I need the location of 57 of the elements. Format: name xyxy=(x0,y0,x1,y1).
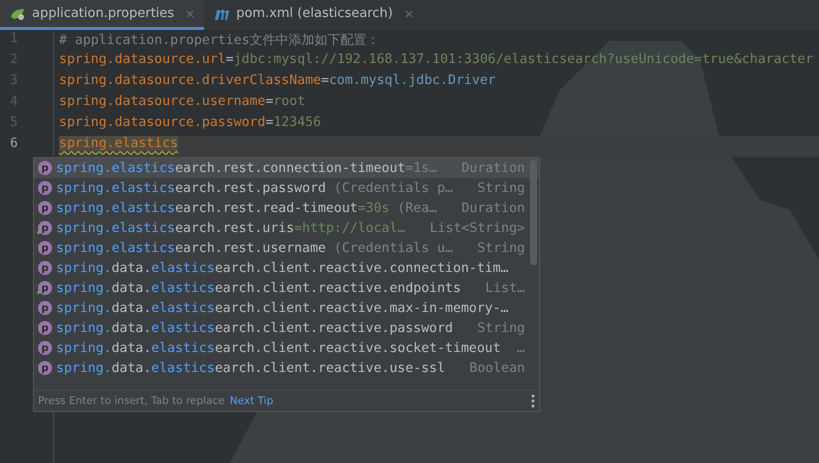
property-type: List… xyxy=(485,280,525,296)
completion-item[interactable]: p spring.elasticsearch.rest.uris=http://local… List<String> xyxy=(34,218,539,238)
property-icon: p xyxy=(38,321,52,335)
hint-text: Press Enter to insert, Tab to replace xyxy=(38,395,225,407)
completion-item[interactable]: p spring.data.elasticsearch.client.reactive.connection-tim… xyxy=(34,258,539,278)
property-icon: p xyxy=(38,221,52,235)
tab-label: application.properties xyxy=(32,6,174,21)
completion-item[interactable]: p spring.data.elasticsearch.client.reactive.endpoints List… xyxy=(34,278,539,298)
property-name: spring.data.elasticsearch.client.reactive.use-ssl xyxy=(56,360,446,376)
code-line: spring.datasource.driverClassName=com.mysql.jdbc.Driver xyxy=(59,73,496,88)
property-name: spring.elasticsearch.rest.read-timeout=30s (Rea… xyxy=(56,200,438,216)
completion-item[interactable]: p spring.data.elasticsearch.client.reactive.use-ssl Boolean xyxy=(34,358,539,378)
property-icon: p xyxy=(38,241,52,255)
property-name: spring.data.elasticsearch.client.reactive.endpoints xyxy=(56,280,462,296)
completion-item[interactable]: p spring.data.elasticsearch.client.reactive.password String xyxy=(34,318,539,338)
property-name: spring.data.elasticsearch.client.reactive.socket-timeout xyxy=(56,340,502,356)
property-name: spring.data.elasticsearch.client.reactive.max-in-memory-… xyxy=(56,300,510,316)
next-tip-link[interactable]: Next Tip xyxy=(230,395,274,407)
property-icon: p xyxy=(38,261,52,275)
property-name: spring.data.elasticsearch.client.reactive.connection-tim… xyxy=(56,260,510,276)
close-icon[interactable] xyxy=(404,10,413,18)
property-type: String xyxy=(477,240,525,256)
property-type: … xyxy=(517,340,525,356)
property-type: String xyxy=(477,320,525,336)
code-line: # application.properties文件中添加如下配置： xyxy=(59,33,380,48)
code-line: spring.datasource.password=123456 xyxy=(59,115,322,130)
property-type: Duration xyxy=(461,200,525,216)
tab-label: pom.xml (elasticsearch) xyxy=(236,6,393,21)
property-type: Boolean xyxy=(469,360,525,376)
property-icon: p xyxy=(38,201,52,215)
close-icon[interactable] xyxy=(186,10,194,18)
property-icon: p xyxy=(38,181,52,195)
property-icon: p xyxy=(38,301,52,315)
property-icon: p xyxy=(38,361,52,375)
scrollbar-thumb[interactable] xyxy=(530,160,537,265)
property-name: spring.elasticsearch.rest.username (Credentials u… xyxy=(56,240,454,256)
property-name: spring.data.elasticsearch.client.reactive.password xyxy=(56,320,454,336)
property-type: List<String> xyxy=(430,220,525,236)
property-type: String xyxy=(477,180,525,196)
more-icon[interactable] xyxy=(531,394,535,408)
editor-tab[interactable]: pom.xml (elasticsearch) xyxy=(204,0,423,30)
completion-item[interactable]: p spring.data.elasticsearch.client.reactive.max-in-memory-… xyxy=(34,298,539,318)
line-number: 6 xyxy=(9,136,19,153)
property-icon: p xyxy=(38,281,52,295)
code-line: spring.datasource.url=jdbc:mysql://192.168.137.101:3306/elasticsearch?useUnicode=true&character xyxy=(59,52,814,67)
code-line: spring.datasource.username=root xyxy=(59,94,306,109)
completion-item[interactable]: p spring.elasticsearch.rest.password (Credentials p… String xyxy=(34,178,539,198)
editor-tab[interactable]: application.properties xyxy=(0,0,204,30)
completion-item[interactable]: p spring.elasticsearch.rest.read-timeout=30s (Rea… Duration xyxy=(34,198,539,218)
completion-item[interactable]: p spring.elasticsearch.rest.username (Credentials u… String xyxy=(34,238,539,258)
property-icon: p xyxy=(38,161,52,175)
leaf-icon xyxy=(10,6,26,20)
property-name: spring.elasticsearch.rest.password (Credentials p… xyxy=(56,180,454,196)
property-icon: p xyxy=(38,341,52,355)
property-name: spring.elasticsearch.rest.uris=http://local… xyxy=(56,220,406,236)
completion-item[interactable]: p spring.data.elasticsearch.client.reactive.socket-timeout … xyxy=(34,338,539,358)
m-letter-icon xyxy=(214,8,230,20)
